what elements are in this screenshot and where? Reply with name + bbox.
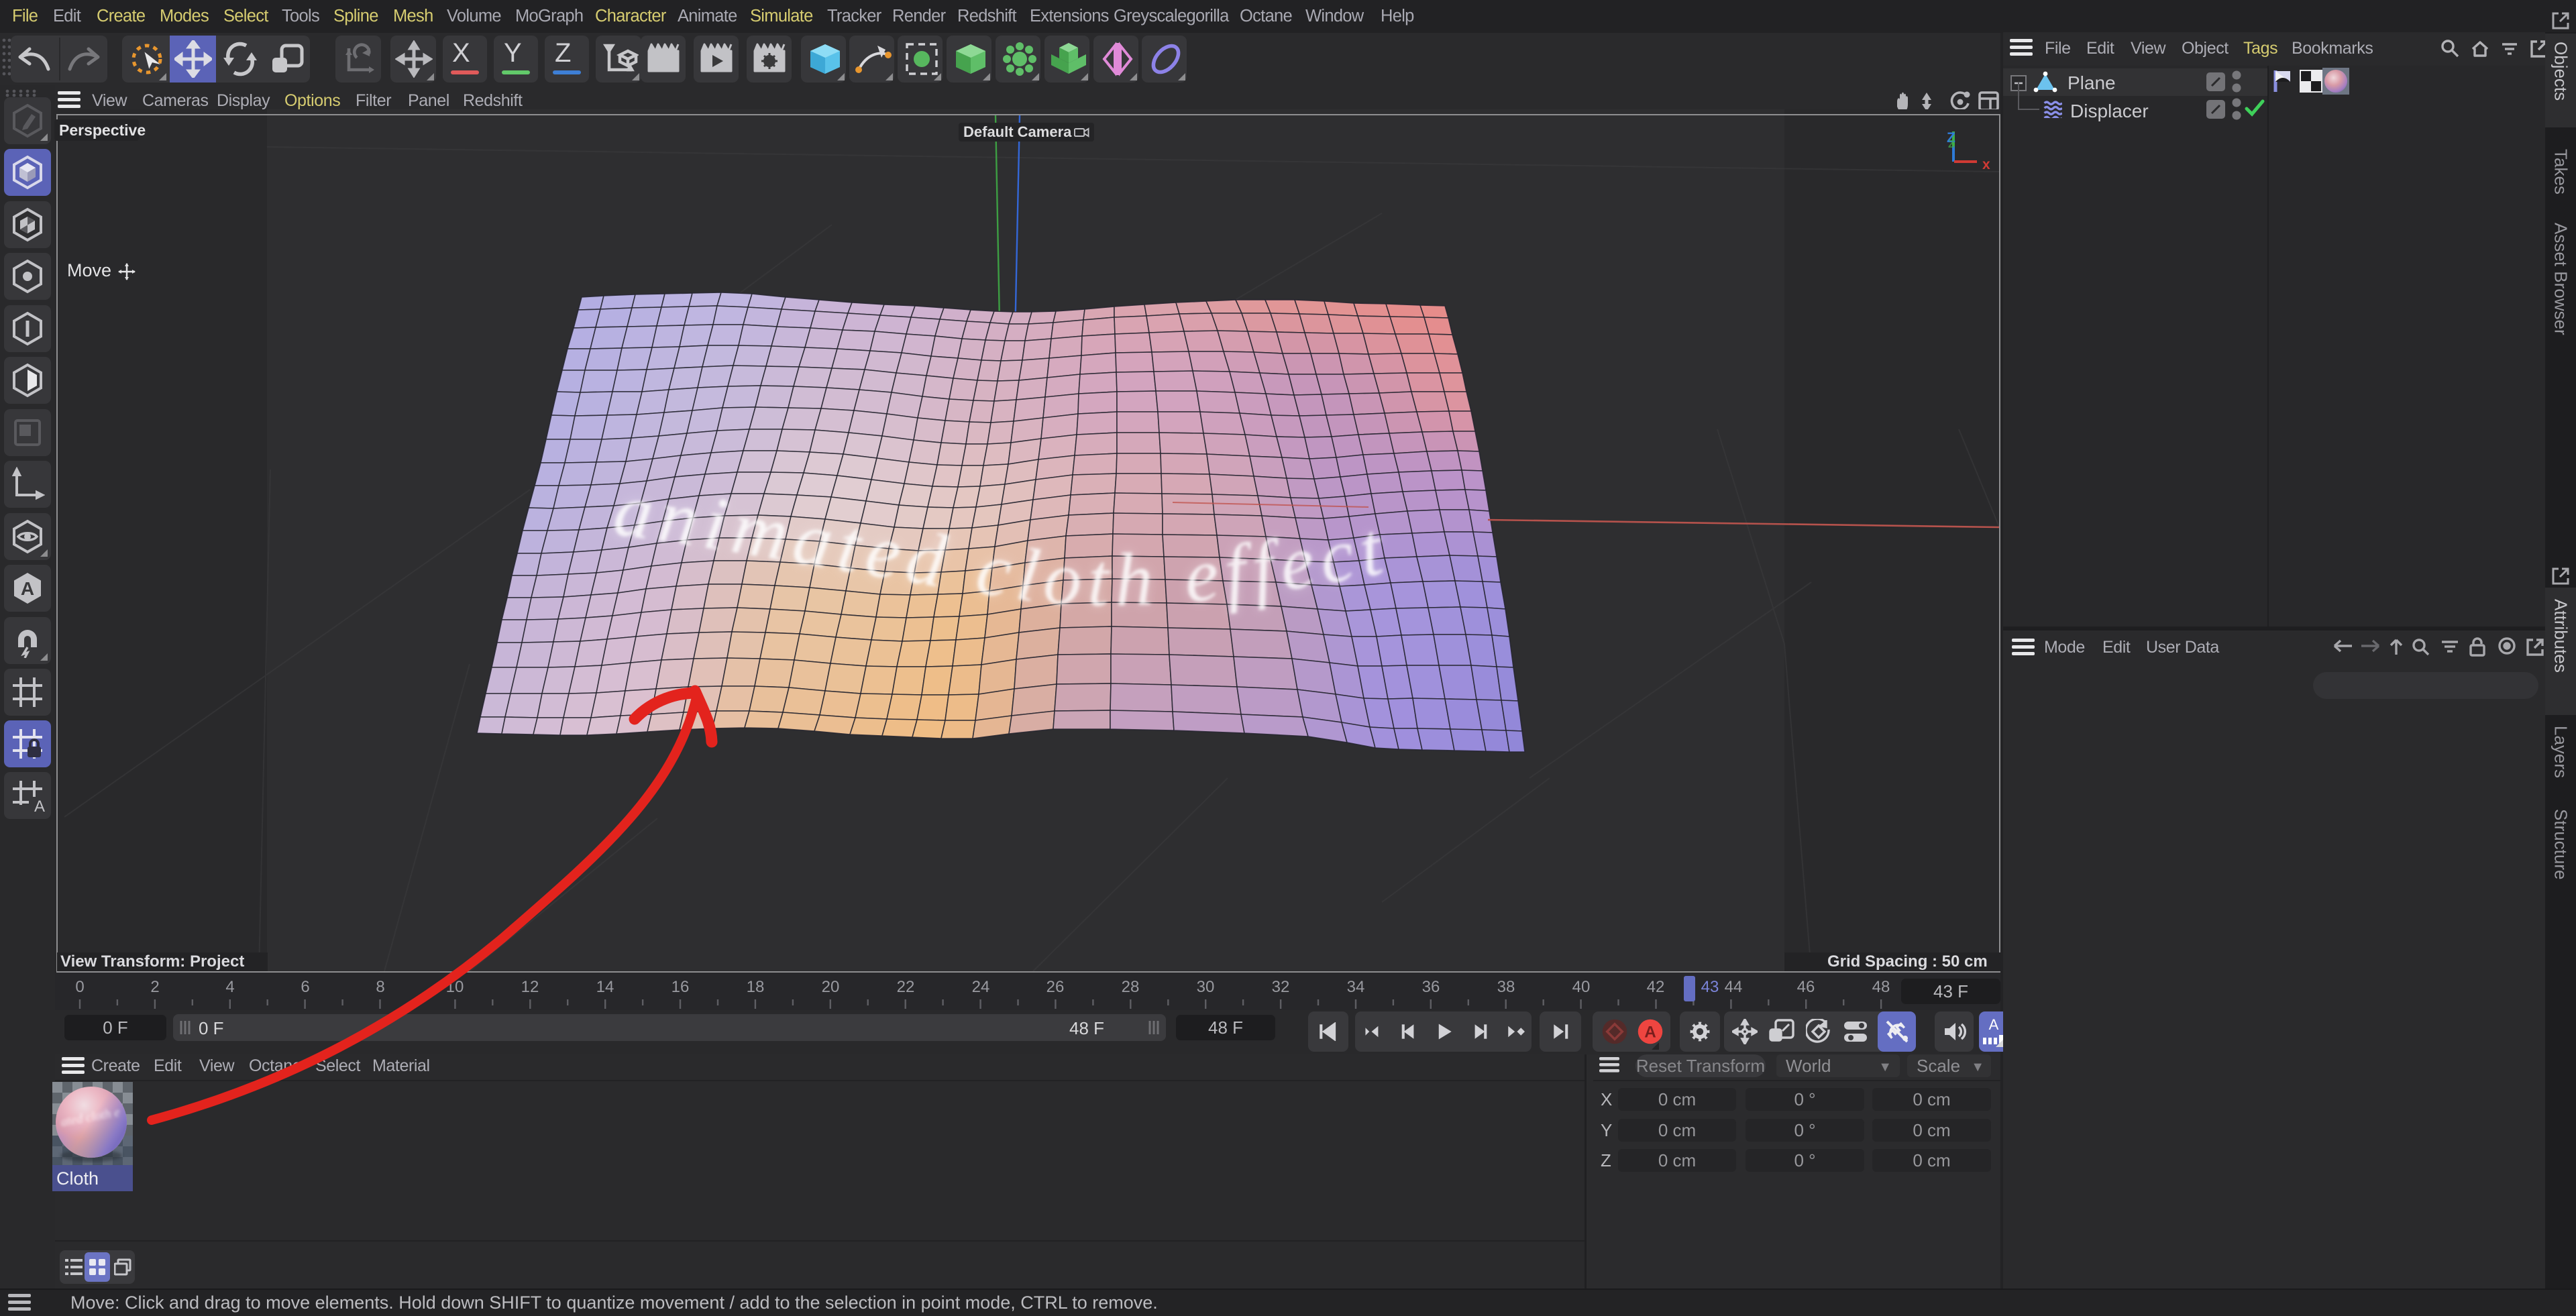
- svg-text:A: A: [1644, 1024, 1656, 1042]
- svg-text:A: A: [34, 798, 45, 813]
- svg-text:A: A: [1989, 1016, 1999, 1033]
- svg-text:A: A: [21, 578, 34, 599]
- svg-text:x: x: [1982, 157, 1990, 172]
- svg-text:Z: Z: [1948, 139, 1955, 150]
